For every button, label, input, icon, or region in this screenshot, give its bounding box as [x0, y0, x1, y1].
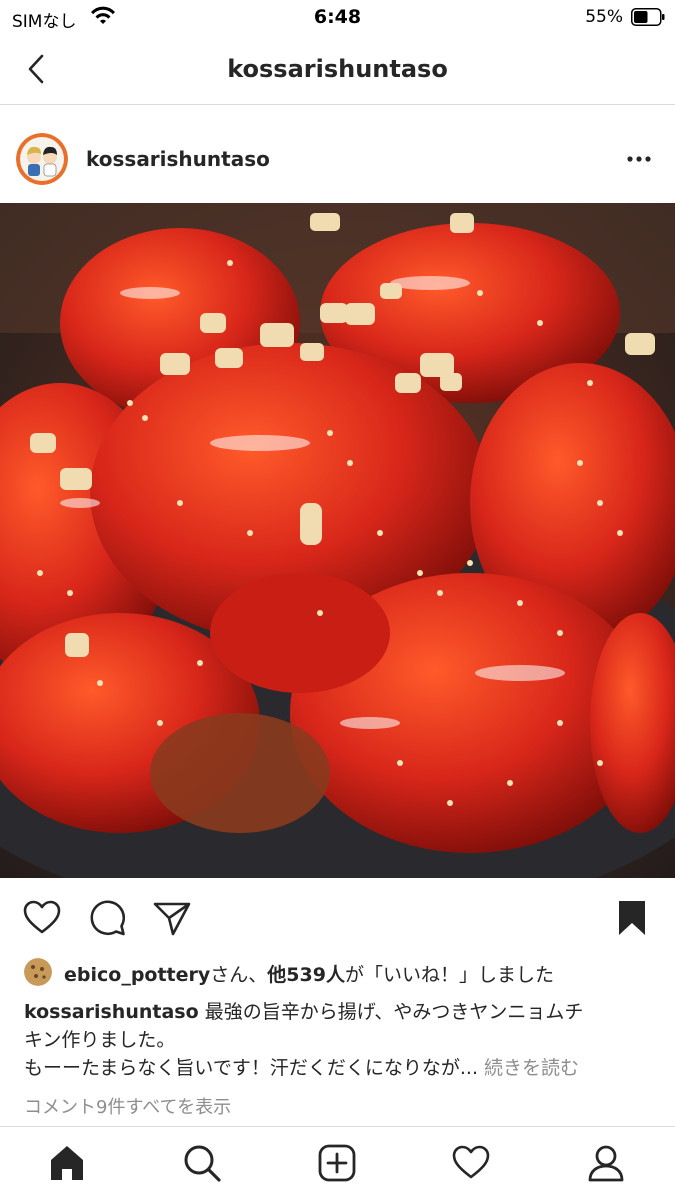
liker-username[interactable]: ebico_pottery [64, 964, 210, 986]
avatar[interactable] [16, 133, 68, 185]
cookie-illustration [24, 958, 52, 986]
caption-text-3: もーーたまらなく旨いです！汗だくだくになりなが... [24, 1057, 478, 1079]
page-title: kossarishuntaso [227, 55, 448, 83]
post-action-bar [0, 878, 675, 956]
nav-header: kossarishuntaso [0, 36, 675, 105]
likes-connector: さん、 [210, 964, 268, 986]
read-more-link[interactable]: 続きを読む [478, 1057, 579, 1079]
tab-bar [0, 1126, 675, 1201]
post-caption: kossarishuntaso 最強の旨辛から揚げ、やみつきヤンニョムチ キン作… [24, 998, 654, 1082]
liker-avatar[interactable] [24, 958, 52, 986]
battery-icon [631, 8, 665, 26]
post-username[interactable]: kossarishuntaso [86, 147, 270, 171]
status-bar: SIMなし 6:48 55% [0, 0, 675, 36]
bookmark-icon[interactable] [612, 898, 652, 938]
comment-icon[interactable] [88, 898, 128, 938]
caption-line-2: キン作りました。 [24, 1029, 176, 1051]
heart-icon[interactable] [22, 898, 62, 938]
activity-icon[interactable] [451, 1143, 491, 1183]
new-post-icon[interactable] [317, 1143, 357, 1183]
share-icon[interactable] [152, 898, 192, 938]
post-image[interactable] [0, 203, 675, 878]
search-icon[interactable] [182, 1143, 222, 1183]
battery-fill [634, 11, 648, 23]
food-photo [0, 203, 675, 878]
caption-text-1: 最強の旨辛から揚げ、やみつきヤンニョムチ [198, 1001, 584, 1023]
clock: 6:48 [313, 6, 362, 28]
likes-suffix: が「いいね！」しました [344, 964, 554, 986]
likes-row: ebico_potteryさん、他539人が「いいね！」しました [24, 958, 664, 988]
avatar-illustration [16, 133, 68, 185]
caption-line-3: もーーたまらなく旨いです！汗だくだくになりなが... 続きを読む [24, 1054, 654, 1082]
battery-percent: 55% [585, 7, 623, 27]
post-header: kossarishuntaso [0, 105, 675, 203]
profile-icon[interactable] [586, 1143, 626, 1183]
home-icon[interactable] [47, 1143, 87, 1183]
caption-username[interactable]: kossarishuntaso [24, 1001, 199, 1023]
likes-others-count[interactable]: 他539人 [267, 964, 345, 986]
likes-summary: ebico_potteryさん、他539人が「いいね！」しました [64, 960, 554, 987]
view-all-comments-link[interactable]: コメント9件すべてを表示 [24, 1093, 231, 1119]
caption-line-1: kossarishuntaso 最強の旨辛から揚げ、やみつきヤンニョムチ [24, 998, 654, 1026]
ellipsis-icon[interactable] [625, 149, 653, 169]
